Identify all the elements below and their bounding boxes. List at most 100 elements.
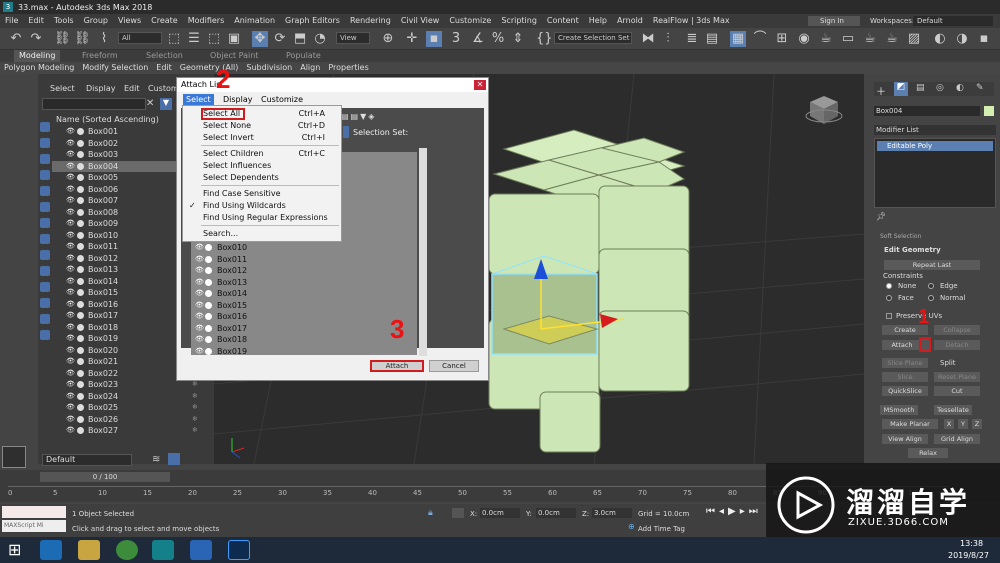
menu-animation[interactable]: Animation	[229, 14, 280, 28]
photoshop-icon[interactable]	[228, 540, 250, 560]
utilities-tab-icon[interactable]: ✎	[976, 83, 984, 93]
layer-explorer-icon[interactable]: ≣	[684, 31, 700, 47]
curve-editor-icon[interactable]: ⌒	[752, 31, 768, 47]
explorer-filter-icon[interactable]	[40, 314, 50, 324]
subtab-subdivision[interactable]: Subdivision	[242, 62, 296, 74]
place-icon[interactable]: ◔	[312, 31, 328, 47]
filter-icon[interactable]: ▼	[160, 98, 172, 110]
menu-edit[interactable]: Edit	[23, 14, 49, 28]
relax-button[interactable]: Relax	[908, 448, 948, 458]
subtab-edit[interactable]: Edit	[152, 62, 176, 74]
cut-button[interactable]: Cut	[934, 386, 980, 396]
dropdown-item-select-none[interactable]: Select None Ctrl+D	[183, 120, 341, 132]
spinner-snap-icon[interactable]: ⇕	[510, 31, 526, 47]
create-selection-set-dropdown[interactable]: Create Selection Set	[554, 32, 632, 44]
object-name-field[interactable]: Box004	[874, 106, 980, 116]
layer-toggle-icon[interactable]	[168, 453, 180, 465]
explorer-filter-icon[interactable]	[40, 266, 50, 276]
file-explorer-icon[interactable]	[78, 540, 100, 560]
rendered-frame-icon[interactable]: ▭	[840, 31, 856, 47]
visibility-eye-icon[interactable]: 👁︎	[66, 207, 75, 219]
menu-content[interactable]: Content	[542, 14, 584, 28]
visibility-eye-icon[interactable]: 👁︎	[66, 218, 75, 230]
explorer-filter-icon[interactable]	[40, 170, 50, 180]
slice-button[interactable]: Slice	[882, 372, 928, 382]
preserve-uvs-checkbox[interactable]	[886, 313, 892, 319]
explorer-filter-icon[interactable]	[40, 186, 50, 196]
menu-create[interactable]: Create	[146, 14, 183, 28]
transform-mode-icon[interactable]	[452, 508, 464, 518]
pin-stack-icon[interactable]: 📌︎	[876, 212, 886, 221]
visibility-eye-icon[interactable]: 👁︎	[195, 346, 204, 358]
menu-graph-editors[interactable]: Graph Editors	[280, 14, 345, 28]
attach-list-settings-button[interactable]	[919, 337, 931, 352]
constraint-normal-radio[interactable]	[928, 295, 934, 301]
view-align-button[interactable]: View Align	[882, 434, 928, 444]
tessellate-button[interactable]: Tessellate	[934, 405, 972, 415]
visibility-eye-icon[interactable]: 👁︎	[66, 172, 75, 184]
planar-y-button[interactable]: Y	[958, 419, 968, 429]
grid-align-button[interactable]: Grid Align	[934, 434, 980, 444]
visibility-eye-icon[interactable]: 👁︎	[195, 323, 204, 335]
pivot-icon[interactable]: ⊕	[380, 31, 396, 47]
scene-search-input[interactable]	[42, 98, 146, 110]
chrome-icon[interactable]	[116, 540, 138, 560]
render-production-icon[interactable]: ☕	[862, 31, 878, 47]
visibility-eye-icon[interactable]: 👁︎	[66, 345, 75, 357]
visibility-eye-icon[interactable]: 👁︎	[66, 287, 75, 299]
explorer-filter-icon[interactable]	[40, 218, 50, 228]
visibility-eye-icon[interactable]: 👁︎	[195, 277, 204, 289]
window-crossing-icon[interactable]: ▣	[226, 31, 242, 47]
visibility-eye-icon[interactable]: 👁︎	[66, 253, 75, 265]
toggle-ribbon-icon[interactable]: ▤	[704, 31, 720, 47]
angle-snap-icon[interactable]: ∡	[470, 31, 486, 47]
dropdown-item-select-children[interactable]: Select Children Ctrl+C	[183, 148, 341, 160]
object-color-swatch[interactable]	[984, 106, 994, 116]
quickslice-button[interactable]: QuickSlice	[882, 386, 928, 396]
reference-coordinate-dropdown[interactable]: View	[336, 32, 370, 44]
list-scrollbar[interactable]	[419, 148, 427, 356]
select-by-name-icon[interactable]: ☰	[186, 31, 202, 47]
sign-in-button[interactable]: Sign In	[808, 16, 860, 26]
visibility-eye-icon[interactable]: 👁︎	[66, 310, 75, 322]
menu-scripting[interactable]: Scripting	[496, 14, 542, 28]
visibility-eye-icon[interactable]: 👁︎	[66, 195, 75, 207]
dropdown-item-select-dependents[interactable]: Select Dependents	[183, 172, 341, 184]
visibility-eye-icon[interactable]: 👁︎	[195, 242, 204, 254]
rotate-icon[interactable]: ⟳	[272, 31, 288, 47]
playback-controls[interactable]: ⏮◂▶▸⏭	[706, 506, 762, 517]
visibility-eye-icon[interactable]: 👁︎	[66, 299, 75, 311]
scene-list-item[interactable]: 👁︎ Box026 ❄	[52, 414, 214, 426]
viewport-layout-button[interactable]	[2, 446, 26, 468]
slice-plane-button[interactable]: Slice Plane	[882, 358, 928, 368]
attach-button[interactable]: Attach	[882, 340, 922, 350]
render-setup-icon[interactable]: ☕	[818, 31, 834, 47]
visibility-eye-icon[interactable]: 👁︎	[66, 161, 75, 173]
create-tab-icon[interactable]: ＋	[876, 83, 886, 98]
visibility-eye-icon[interactable]: 👁︎	[195, 334, 204, 346]
menu-file[interactable]: File	[0, 14, 23, 28]
visibility-eye-icon[interactable]: 👁︎	[66, 264, 75, 276]
percent-snap-icon[interactable]: %	[490, 31, 506, 47]
lock-selection-icon[interactable]: 🔒︎	[428, 508, 433, 518]
tab-populate[interactable]: Populate	[286, 50, 321, 62]
3dsmax-icon[interactable]	[152, 540, 174, 560]
keyboard-shortcut-icon[interactable]: ▪	[426, 31, 442, 47]
scale-icon[interactable]: ⬒	[292, 31, 308, 47]
visibility-eye-icon[interactable]: 👁︎	[66, 333, 75, 345]
ie-icon[interactable]	[40, 540, 62, 560]
visibility-eye-icon[interactable]: 👁︎	[195, 288, 204, 300]
dialog-close-icon[interactable]: ✕	[474, 80, 486, 90]
visibility-eye-icon[interactable]: 👁︎	[195, 265, 204, 277]
bind-space-warp-icon[interactable]: ⌇	[96, 31, 112, 47]
arnold-icon[interactable]: ◐	[932, 31, 948, 47]
constraint-edge-radio[interactable]	[928, 283, 934, 289]
visibility-eye-icon[interactable]: 👁︎	[66, 138, 75, 150]
time-tag-icon[interactable]: ⊕	[628, 522, 635, 531]
menu-modifiers[interactable]: Modifiers	[183, 14, 230, 28]
scene-menu-select[interactable]: Select	[50, 84, 75, 93]
name-column-header[interactable]: Name (Sorted Ascending)	[56, 115, 159, 124]
explorer-filter-icon[interactable]	[40, 250, 50, 260]
rectangle-selection-icon[interactable]: ⬚	[206, 31, 222, 47]
freeze-icon[interactable]: ❄	[192, 402, 198, 414]
